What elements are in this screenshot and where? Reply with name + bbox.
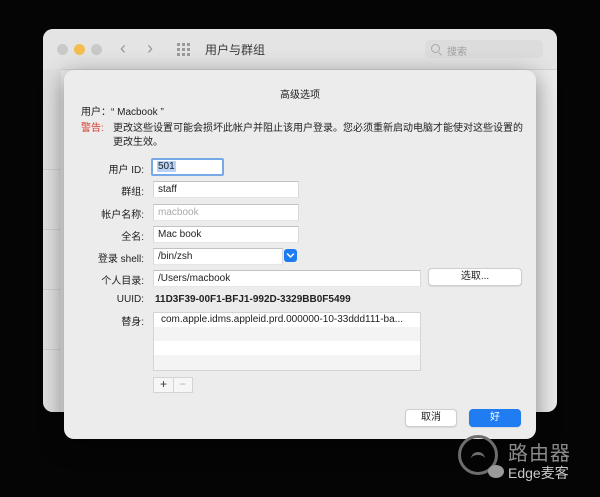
group-label: 群组: [121, 187, 144, 198]
aliases-table[interactable]: com.apple.idms.appleid.prd.000000-10-33d… [153, 312, 421, 371]
user-id-field[interactable]: 501 [151, 158, 224, 176]
uuid-label: UUID: [116, 294, 144, 305]
search-field[interactable]: 搜索 [425, 40, 543, 58]
chevron-down-icon [286, 253, 295, 258]
minimize-window-button[interactable] [74, 44, 85, 55]
watermark-line1: 路由器 [508, 443, 571, 465]
user-name: “ Macbook ” [111, 107, 164, 118]
close-window-button[interactable] [57, 44, 68, 55]
aliases-label: 替身: [121, 317, 144, 328]
sheet-title: 高级选项 [280, 90, 320, 101]
choose-button[interactable]: 选取... [428, 268, 522, 286]
full-name-label: 全名: [121, 232, 144, 243]
user-line: 用户：“ Macbook ” [81, 103, 164, 118]
grid-icon[interactable] [177, 43, 191, 56]
user-label: 用户： [81, 107, 111, 118]
window-title: 用户与群组 [205, 43, 266, 57]
search-icon [431, 44, 440, 53]
watermark-line2: Edge麦客 [508, 465, 569, 481]
chevron-left-icon[interactable]: ‹ [120, 39, 126, 57]
add-alias-button[interactable]: + [154, 378, 174, 392]
alias-add-remove-control: + − [153, 377, 193, 393]
alias-row[interactable]: com.apple.idms.appleid.prd.000000-10-33d… [154, 313, 420, 327]
search-placeholder: 搜索 [447, 47, 467, 58]
account-name-field[interactable]: macbook [153, 204, 299, 221]
home-dir-field[interactable]: /Users/macbook [153, 270, 421, 287]
uuid-value: 11D3F39-00F1-BFJ1-992D-3329BB0F5499 [155, 294, 351, 305]
watermark: 路由器 Edge麦客 [458, 433, 600, 497]
chevron-right-icon[interactable]: › [147, 39, 153, 57]
login-shell-dropdown-button[interactable] [284, 249, 297, 262]
user-id-value: 501 [157, 161, 176, 172]
warning-text: 更改这些设置可能会损坏此帐户并阻止该用户登录。您必须重新启动电脑才能使对这些设置… [113, 123, 523, 148]
home-dir-label: 个人目录: [101, 276, 144, 287]
advanced-options-sheet: 高级选项 用户：“ Macbook ” 警告: 更改这些设置可能会损坏此帐户并阻… [64, 70, 536, 439]
remove-alias-button[interactable]: − [173, 378, 192, 392]
group-field[interactable]: staff [153, 181, 299, 198]
ok-button[interactable]: 好 [469, 409, 521, 427]
sidebar-edge [43, 69, 61, 412]
alias-row-empty [154, 355, 420, 370]
alias-row-empty [154, 327, 420, 341]
account-name-label: 帐户名称: [101, 210, 144, 221]
alias-row-empty [154, 341, 420, 355]
login-shell-field[interactable]: /bin/zsh [153, 248, 283, 265]
zoom-window-button[interactable] [91, 44, 102, 55]
warning-label: 警告: [81, 123, 104, 134]
full-name-field[interactable]: Mac book [153, 226, 299, 243]
login-shell-label: 登录 shell: [97, 254, 144, 265]
user-id-label: 用户 ID: [108, 165, 144, 176]
wechat-icon [488, 465, 504, 478]
window-toolbar: ‹ › 用户与群组 搜索 [43, 29, 557, 70]
cancel-button[interactable]: 取消 [405, 409, 457, 427]
